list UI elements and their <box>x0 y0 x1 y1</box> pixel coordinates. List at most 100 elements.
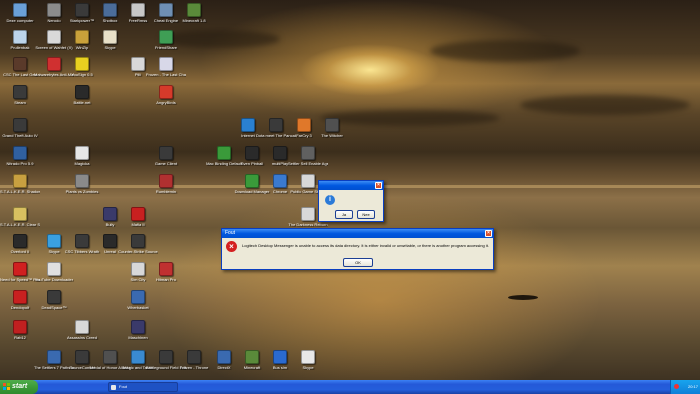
desktop-icon-label: Maschinen <box>128 335 148 340</box>
desktop-icon-label: Hitman Pro <box>155 277 176 282</box>
info-icon: i <box>325 195 335 205</box>
desktop-icon-label: DeadSpace™ <box>41 305 67 310</box>
desktop-icon-label: Mafia II <box>131 222 145 227</box>
desktop-icon[interactable]: Grand Theft Auto IV <box>0 118 40 138</box>
desktop-icon-label: Settler Sell Enable Agent <box>288 161 328 166</box>
question-dialog: × i Ja Nee <box>318 180 384 222</box>
app-icon <box>187 350 201 364</box>
app-icon <box>13 234 27 248</box>
desktop-icon[interactable]: YouTube Downloader <box>34 262 74 282</box>
yes-button[interactable]: Ja <box>335 210 353 219</box>
desktop-icon-label: Rumblemin <box>155 189 177 194</box>
desktop-icon[interactable]: S.T.A.L.K.E.R. Clear Sky <box>0 207 40 227</box>
app-icon <box>103 350 117 364</box>
desktop-icon[interactable]: Skype <box>90 30 130 50</box>
app-icon <box>75 30 89 44</box>
ok-button[interactable]: OK <box>343 258 373 267</box>
desktop-icon[interactable]: Rumblemin <box>146 174 186 194</box>
desktop-icon[interactable]: Plants vs Zombies <box>62 174 102 194</box>
app-icon <box>131 234 145 248</box>
app-icon <box>47 57 61 71</box>
app-icon <box>217 350 231 364</box>
app-icon <box>103 3 117 17</box>
desktop-icon[interactable]: Minecraft 1.8 <box>174 3 214 23</box>
error-dialog-title: Fout <box>225 230 236 236</box>
desktop-icon[interactable]: Assassins Creed <box>62 320 102 340</box>
app-icon <box>13 3 27 17</box>
desktop-icon[interactable]: Frozen - The Last Chapter <box>146 57 186 77</box>
desktop-icon-label: The Darkness Reborn <box>288 222 328 227</box>
app-icon <box>13 207 27 221</box>
desktop-icon-label: Steam <box>14 100 26 105</box>
desktop-icon[interactable]: FriendShare <box>146 30 186 50</box>
app-icon <box>75 234 89 248</box>
app-icon <box>273 146 287 160</box>
desktop-icon[interactable]: Nitrado Pro 5.9 <box>0 146 40 166</box>
app-icon <box>159 85 173 99</box>
desktop-icon[interactable]: The Witcher <box>312 118 352 138</box>
app-icon <box>159 174 173 188</box>
desktop-icon-label: Counter-Strike Source <box>118 249 158 254</box>
desktop-icon[interactable]: Settler Sell Enable Agent <box>288 146 328 166</box>
desktop-icon[interactable]: Game Client <box>146 146 186 166</box>
desktop-icon[interactable]: Skype <box>288 350 328 370</box>
app-icon <box>273 174 287 188</box>
taskbar-item-fout[interactable]: Fout <box>108 382 178 392</box>
desktop-icon[interactable]: DeadSpace™ <box>34 290 74 310</box>
app-icon <box>159 30 173 44</box>
desktop-icon[interactable]: S.T.A.L.K.E.R. Shadow of Chernobyl <box>0 174 40 194</box>
app-icon <box>75 3 89 17</box>
app-icon <box>131 350 145 364</box>
app-icon <box>131 207 145 221</box>
desktop-icon[interactable]: YouSign 0.5 <box>62 57 102 77</box>
desktop-icon-label: Minecraft 1.8 <box>182 18 206 23</box>
app-icon <box>301 146 315 160</box>
question-dialog-titlebar[interactable]: × <box>319 181 383 190</box>
desktop-icon[interactable]: AngryBirds <box>146 85 186 105</box>
desktop-icon[interactable]: Counter-Strike Source <box>118 234 158 254</box>
app-icon <box>47 30 61 44</box>
app-icon <box>13 57 27 71</box>
app-icon <box>159 146 173 160</box>
desktop-icon-label: Assassins Creed <box>66 335 97 340</box>
clock: 20:17 <box>687 384 698 389</box>
desktop-icon-label: S.T.A.L.K.E.R. Clear Sky <box>0 222 40 227</box>
desktop-icon-label: Wherbasket <box>127 305 149 310</box>
app-icon <box>301 174 315 188</box>
desktop-icon[interactable]: Hitman Pro <box>146 262 186 282</box>
close-icon[interactable]: × <box>375 182 382 189</box>
desktop-icon-label: Magicka <box>74 161 90 166</box>
app-icon <box>13 290 27 304</box>
windows-flag-icon <box>3 383 10 390</box>
desktop: Deze computer Nerodo Starkpower™ Shotbox Fre… <box>0 0 700 380</box>
desktop-icon[interactable]: Maschinen <box>118 320 158 340</box>
desktop-icon-label: S.T.A.L.K.E.R. Shadow of Chernobyl <box>0 189 40 194</box>
app-icon <box>301 207 315 221</box>
desktop-icon[interactable]: Battle.net <box>62 85 102 105</box>
app-icon <box>13 174 27 188</box>
app-icon <box>131 3 145 17</box>
app-icon <box>75 174 89 188</box>
error-dialog-titlebar[interactable]: Fout × <box>222 229 493 238</box>
desktop-icon-label: Grand Theft Auto IV <box>2 133 38 138</box>
desktop-icon[interactable]: Mafia II <box>118 207 158 227</box>
app-icon <box>75 85 89 99</box>
no-button[interactable]: Nee <box>357 210 375 219</box>
desktop-icon[interactable]: Magicka <box>62 146 102 166</box>
app-icon <box>13 85 27 99</box>
close-icon[interactable]: × <box>485 230 492 237</box>
desktop-icon[interactable]: Steam <box>0 85 40 105</box>
desktop-icon-label: Skype <box>104 45 116 50</box>
app-icon <box>131 57 145 71</box>
cloud <box>430 40 580 62</box>
start-button[interactable]: start <box>0 380 38 394</box>
app-icon <box>159 3 173 17</box>
desktop-icon[interactable]: Wherbasket <box>118 290 158 310</box>
desktop-icon[interactable]: Rab12 <box>0 320 40 340</box>
app-icon <box>131 262 145 276</box>
app-icon <box>273 350 287 364</box>
app-icon <box>187 3 201 17</box>
error-message: Logitech Desktop Messenger is unable to … <box>242 243 489 248</box>
app-icon <box>159 262 173 276</box>
tray-icon[interactable] <box>674 384 679 389</box>
